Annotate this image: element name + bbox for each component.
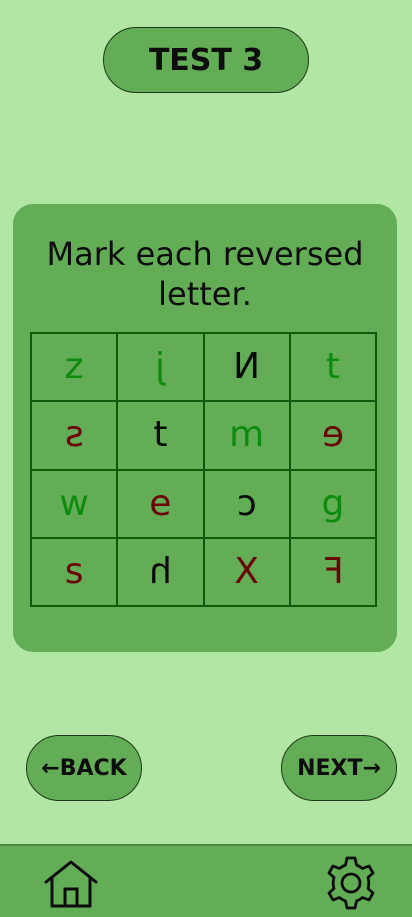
- letter-cell[interactable]: e: [117, 469, 204, 538]
- back-button-label: BACK: [59, 755, 127, 781]
- letter-glyph: h: [148, 550, 172, 592]
- letter-cell[interactable]: w: [31, 469, 118, 538]
- letter-cell[interactable]: g: [289, 469, 376, 538]
- letter-glyph: t: [153, 414, 168, 456]
- next-button[interactable]: NEXT →: [281, 735, 397, 801]
- home-icon[interactable]: [42, 858, 100, 910]
- letter-cell[interactable]: s: [31, 401, 118, 470]
- page-title-text: TEST 3: [148, 42, 264, 78]
- bottom-nav-bar: [0, 844, 412, 917]
- letter-cell[interactable]: e: [289, 401, 376, 470]
- letter-cell[interactable]: c: [203, 469, 290, 538]
- gear-icon[interactable]: [322, 854, 380, 912]
- arrow-left-icon: ←: [41, 755, 60, 781]
- letter-cell[interactable]: s: [31, 537, 118, 606]
- letter-glyph: z: [64, 346, 84, 388]
- instruction-text: Mark each reversed letter.: [46, 235, 364, 313]
- letter-cell[interactable]: N: [203, 333, 290, 402]
- letter-cell[interactable]: z: [31, 333, 118, 402]
- letter-cell[interactable]: X: [203, 537, 290, 606]
- letter-glyph: m: [229, 414, 265, 456]
- letter-cell[interactable]: h: [117, 537, 204, 606]
- letter-glyph: N: [233, 346, 261, 388]
- letter-glyph: e: [321, 414, 344, 456]
- letter-cell[interactable]: m: [203, 401, 290, 470]
- letter-cell[interactable]: t: [117, 401, 204, 470]
- letter-glyph: w: [59, 482, 89, 524]
- page-title: TEST 3: [103, 27, 309, 93]
- letter-glyph: c: [236, 482, 257, 524]
- letter-glyph: j: [155, 346, 166, 388]
- letter-glyph: t: [325, 346, 340, 388]
- back-button[interactable]: ← BACK: [26, 735, 142, 801]
- letter-grid: z j N t s t m e w e c g s h X F: [30, 332, 377, 607]
- letter-glyph: F: [322, 550, 344, 592]
- letter-glyph: e: [149, 482, 172, 524]
- letter-glyph: s: [64, 550, 84, 592]
- next-button-label: NEXT: [297, 755, 363, 781]
- question-card: Mark each reversed letter. z j N t s t m…: [13, 204, 397, 652]
- letter-glyph: X: [234, 550, 259, 592]
- letter-glyph: g: [321, 482, 345, 524]
- arrow-right-icon: →: [362, 755, 381, 781]
- letter-cell[interactable]: t: [289, 333, 376, 402]
- letter-cell[interactable]: F: [289, 537, 376, 606]
- letter-glyph: s: [64, 414, 84, 456]
- letter-cell[interactable]: j: [117, 333, 204, 402]
